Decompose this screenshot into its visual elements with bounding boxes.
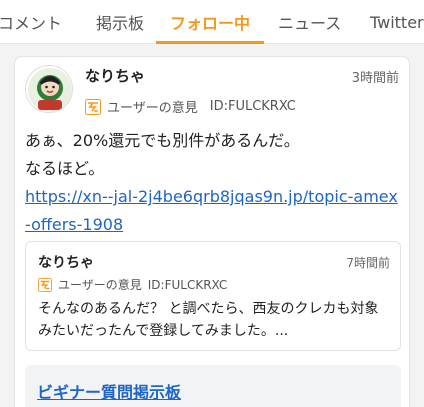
post-link-continued[interactable]: -offers-1908 [25, 211, 405, 239]
quoted-text: そんなのあるんだ？ と調べたら、西友のクレカも対象みたいだったんで登録してみまし… [38, 301, 379, 339]
avatar-image [26, 66, 72, 112]
opinion-icon [85, 98, 101, 115]
avatar[interactable] [25, 65, 73, 113]
tab-board[interactable]: 掲示板 [96, 0, 144, 44]
quoted-category: ユーザーの意見 [58, 278, 142, 292]
opinion-icon [38, 277, 52, 292]
post-body: あぁ、20%還元でも別件があるんだ。 なるほど。 https://xn--jal… [25, 127, 405, 239]
post-user-id: ID:FULCKRXC [209, 99, 296, 114]
tab-following[interactable]: フォロー中 [170, 0, 250, 44]
quoted-user-id: ID:FULCKRXC [147, 277, 228, 292]
post-text-line: あぁ、20%還元でも別件があるんだ。 [25, 131, 300, 150]
tab-bar: コメント 掲示板 フォロー中 ニュース Twitter [0, 0, 424, 44]
active-tab-indicator [156, 41, 264, 44]
quoted-meta: ユーザーの意見 ID:FULCKRXC [38, 276, 227, 293]
post-card[interactable]: なりちゃ 3時間前 ユーザーの意見 ID:FULCKRXC あぁ、20%還元でも… [14, 56, 410, 407]
quoted-author[interactable]: なりちゃ [38, 252, 94, 272]
post-text-line: なるほど。 [25, 159, 105, 178]
board-link[interactable]: ビギナー質問掲示板 [37, 379, 181, 403]
quoted-post[interactable]: なりちゃ 7時間前 ユーザーの意見 ID:FULCKRXC そんなのあるんだ？ … [25, 241, 401, 351]
post-link[interactable]: https://xn--jal-2j4be6qrb8jqas9n.jp/topi… [25, 183, 405, 211]
post-time: 3時間前 [351, 71, 399, 86]
tab-comments[interactable]: コメント [0, 0, 62, 44]
post-meta: ユーザーの意見 ID:FULCKRXC [85, 97, 296, 116]
tab-twitter[interactable]: Twitter [370, 0, 424, 44]
board-link-bar[interactable]: ビギナー質問掲示板 [25, 365, 401, 407]
tab-news[interactable]: ニュース [278, 0, 341, 44]
post-author[interactable]: なりちゃ [85, 65, 145, 86]
post-category: ユーザーの意見 [107, 101, 198, 116]
quoted-time: 7時間前 [346, 256, 390, 270]
